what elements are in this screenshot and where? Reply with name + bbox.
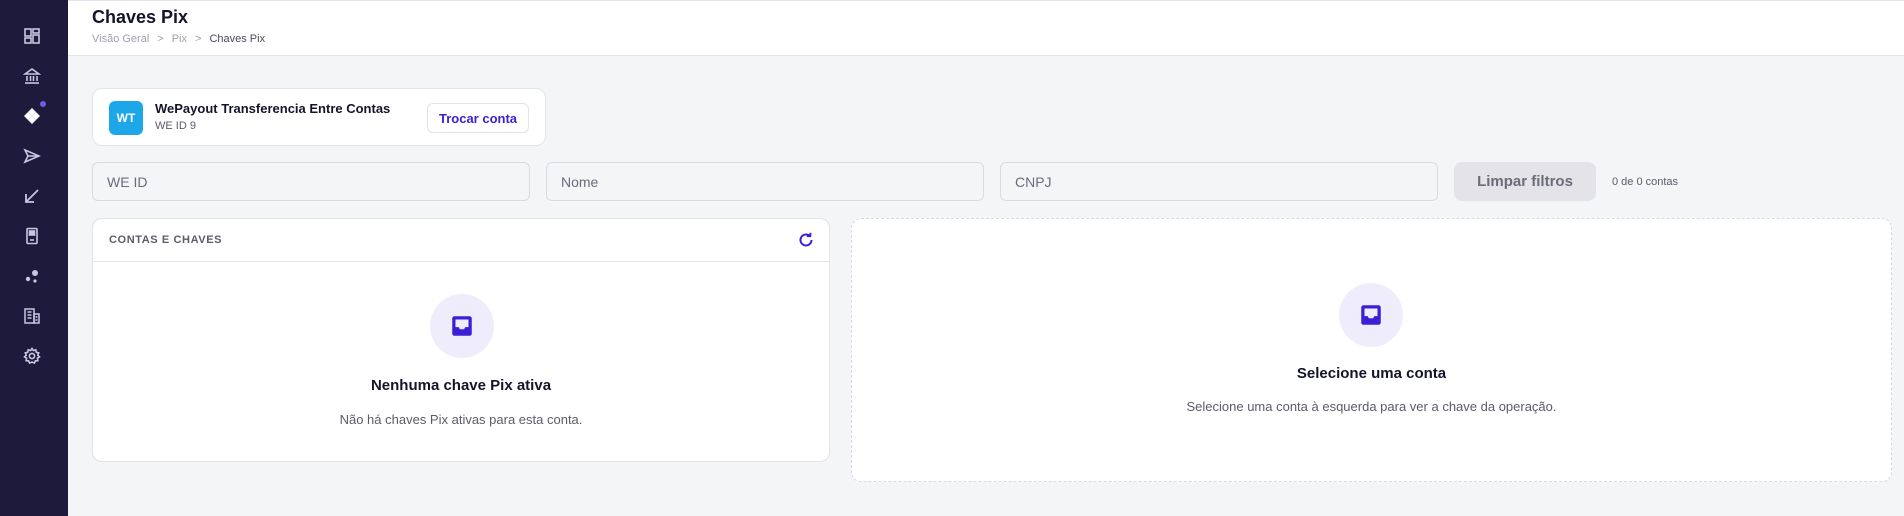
bank-icon[interactable] <box>22 66 42 86</box>
page-title: Chaves Pix <box>92 7 189 27</box>
empty-state-description: Não há chaves Pix ativas para esta conta… <box>339 412 583 427</box>
name-input[interactable] <box>546 162 984 201</box>
breadcrumb-separator: > <box>157 33 164 45</box>
pix-icon[interactable] <box>22 106 42 126</box>
panel-header-label: CONTAS E CHAVES <box>109 234 223 246</box>
select-account-title: Selecione uma conta <box>1296 365 1447 382</box>
dashboard-icon[interactable] <box>22 26 42 46</box>
dots-icon[interactable] <box>22 266 42 286</box>
device-icon[interactable] <box>22 226 42 246</box>
account-card: WT WePayout Transferencia Entre Contas W… <box>92 88 546 146</box>
refresh-icon[interactable] <box>797 231 815 249</box>
gear-icon[interactable] <box>22 346 42 366</box>
sidebar <box>0 0 68 516</box>
panel-header: CONTAS E CHAVES <box>93 219 829 262</box>
inbox-icon <box>452 316 472 336</box>
inbox-icon-circle <box>430 294 494 358</box>
breadcrumb-separator: > <box>195 33 202 45</box>
cnpj-input[interactable] <box>1000 162 1438 201</box>
empty-state-title: Nenhuma chave Pix ativa <box>370 377 552 394</box>
accounts-keys-panel: CONTAS E CHAVES Nenhuma chave Pix ativa … <box>92 218 830 462</box>
breadcrumb-item-pix[interactable]: Pix <box>172 33 187 45</box>
account-detail-panel: Selecione uma conta Selecione uma conta … <box>851 218 1892 482</box>
notification-dot <box>40 101 46 107</box>
breadcrumb-item-current: Chaves Pix <box>209 33 266 45</box>
switch-account-button[interactable]: Trocar conta <box>427 103 529 133</box>
building-icon[interactable] <box>22 306 42 326</box>
top-bar: Chaves Pix Visão Geral > Pix > Chaves Pi… <box>68 0 1904 56</box>
we-id-input[interactable] <box>92 162 530 201</box>
account-name: WePayout Transferencia Entre Contas <box>155 101 391 116</box>
inbox-icon <box>1361 305 1381 325</box>
breadcrumb-item-overview[interactable]: Visão Geral <box>92 33 149 45</box>
receive-arrow-icon[interactable] <box>22 186 42 206</box>
select-account-description: Selecione uma conta à esquerda para ver … <box>1186 399 1557 414</box>
clear-filters-button[interactable]: Limpar filtros <box>1454 162 1596 201</box>
inbox-icon-circle <box>1339 283 1403 347</box>
accounts-count: 0 de 0 contas <box>1612 176 1679 188</box>
account-id: WE ID 9 <box>155 120 196 132</box>
send-icon[interactable] <box>22 146 42 166</box>
account-avatar: WT <box>109 101 143 135</box>
breadcrumb: Visão Geral > Pix > Chaves Pix <box>92 33 265 45</box>
